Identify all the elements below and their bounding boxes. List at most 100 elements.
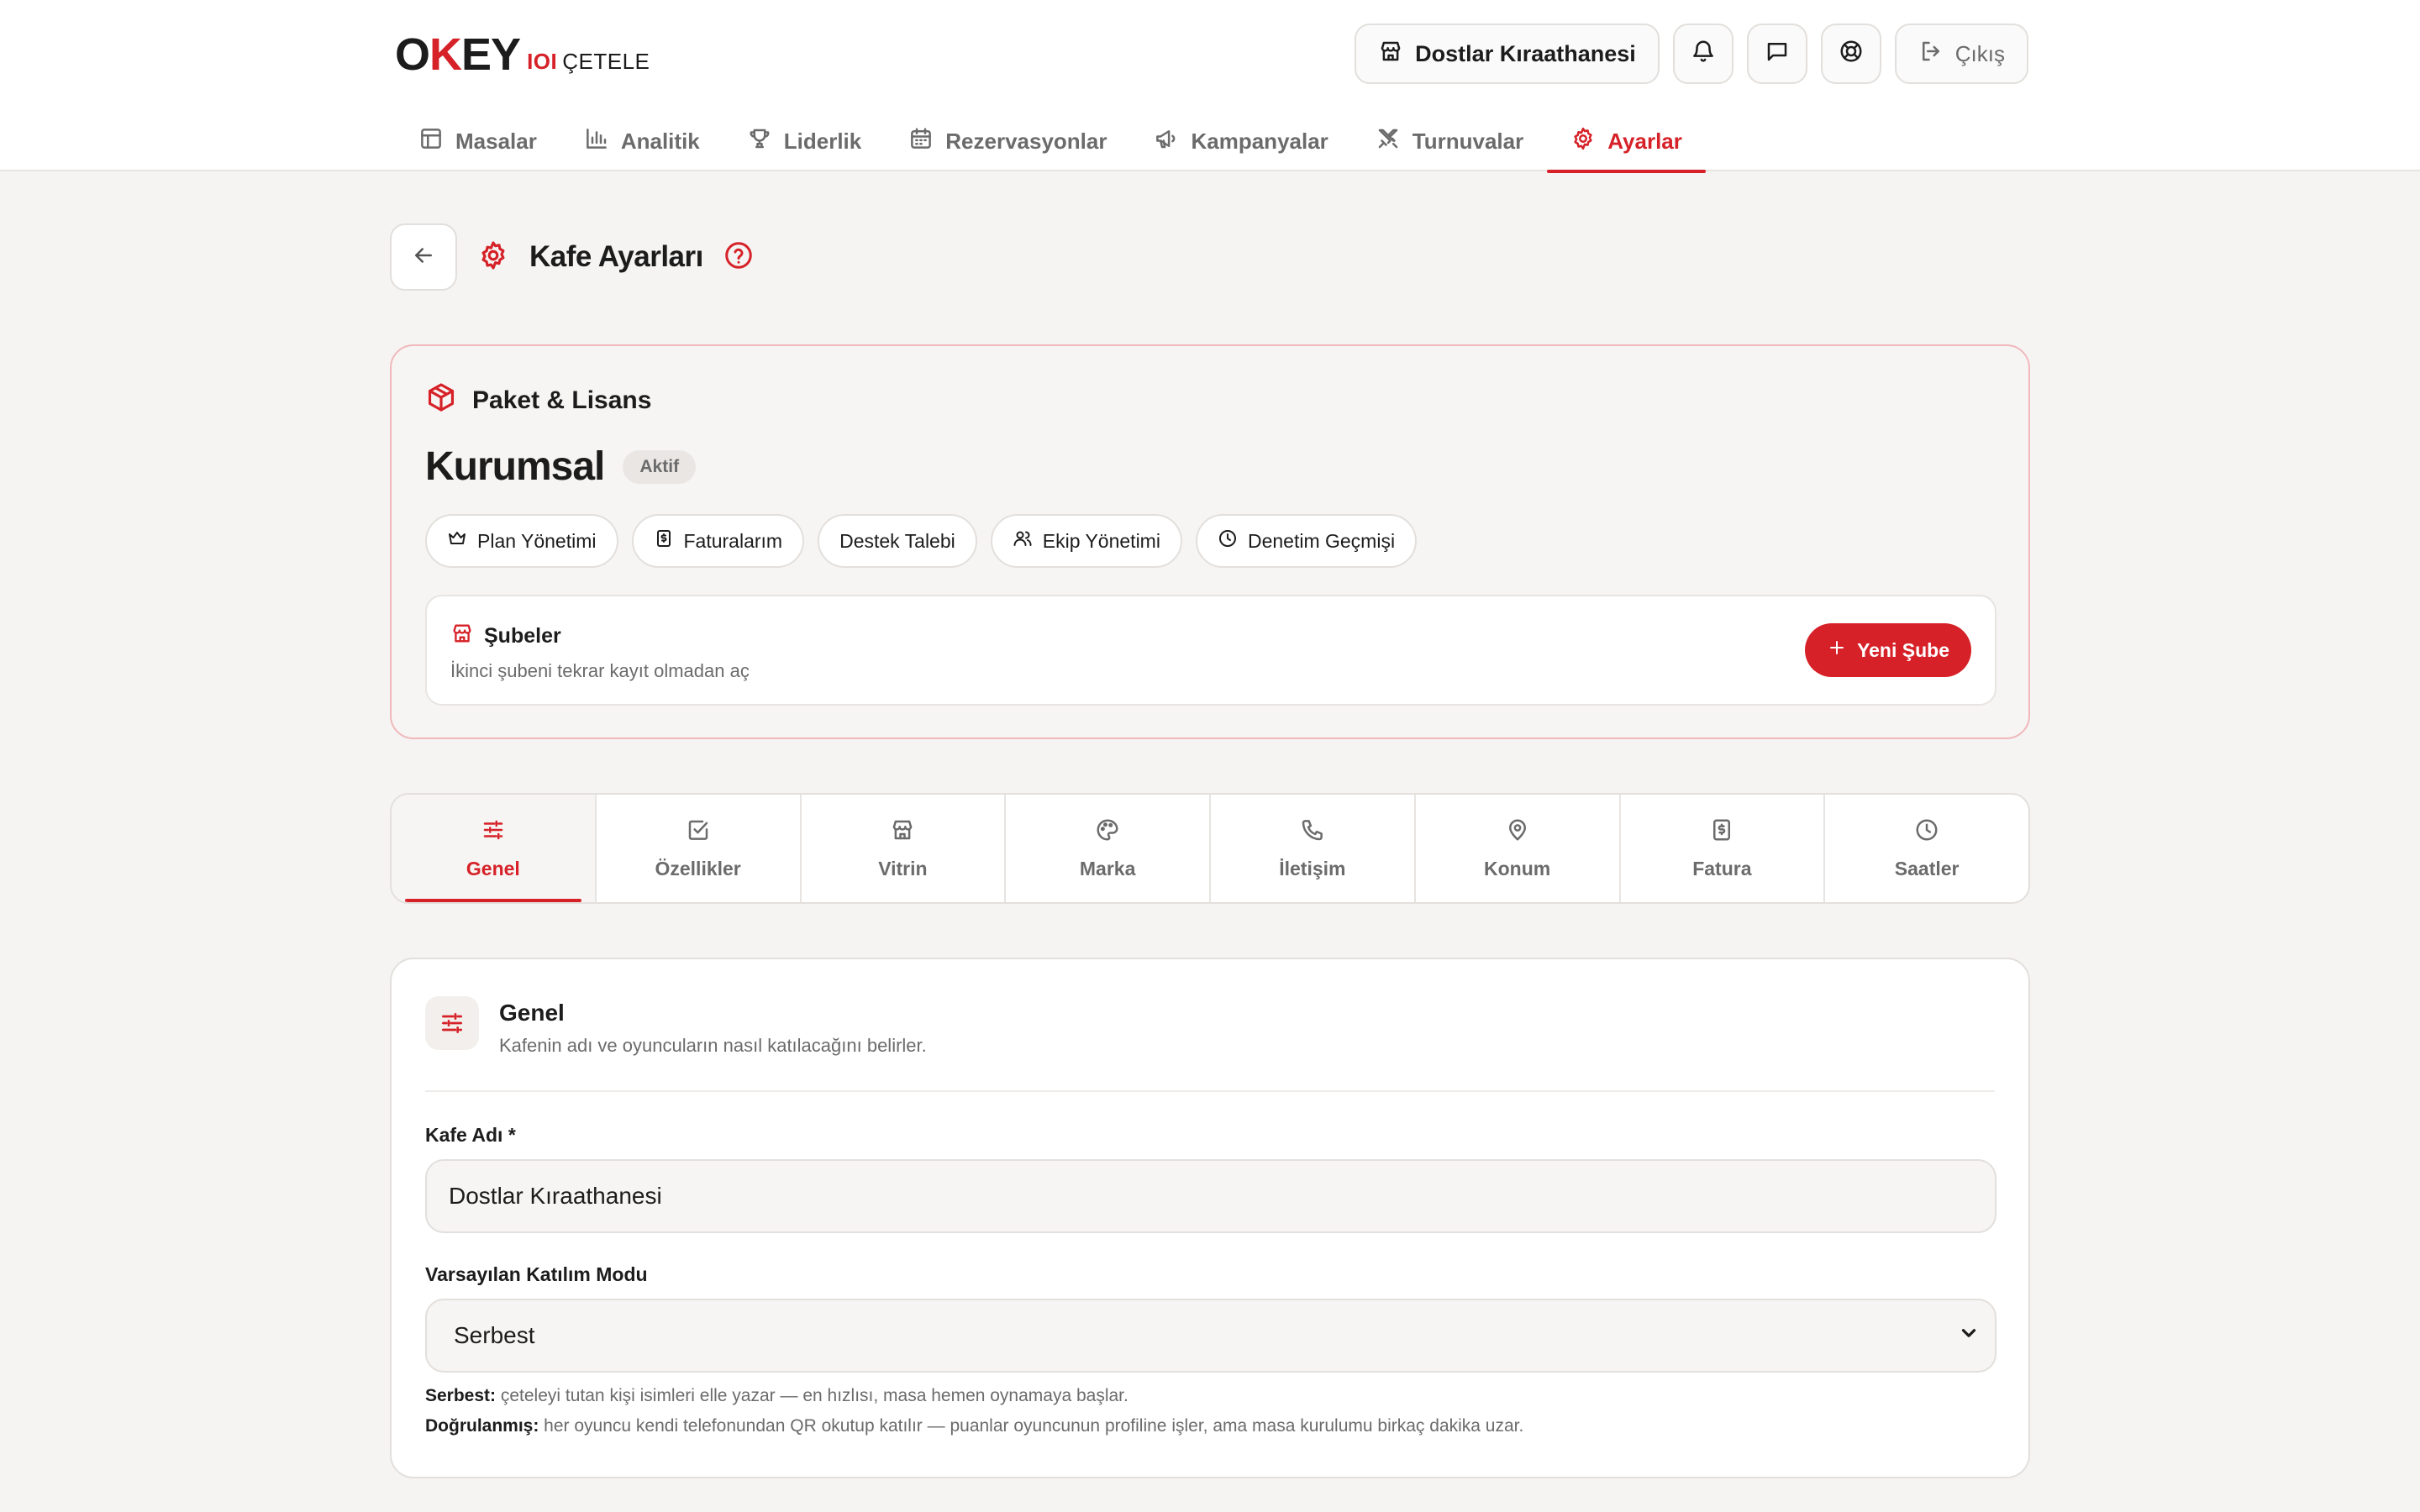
pill-label: Denetim Geçmişi [1247, 529, 1396, 552]
store-icon [450, 622, 474, 651]
license-heading: Paket & Lisans [425, 381, 651, 420]
tab-label: İletişim [1279, 857, 1346, 879]
gear-icon [477, 239, 509, 276]
branches-title-label: Şubeler [484, 624, 561, 648]
license-plan: Kurumsal Aktif [425, 444, 697, 490]
team-management-button[interactable]: Ekip Yönetimi [990, 514, 1182, 568]
cafe-switcher-button[interactable]: Dostlar Kıraathanesi [1355, 24, 1660, 84]
license-heading-label: Paket & Lisans [472, 386, 652, 414]
branches-panel: Şubeler İkinci şubeni tekrar kayıt olmad… [425, 595, 1996, 706]
logo-wordmark: OKEY [395, 29, 521, 80]
app-logo[interactable]: OKEY IOI ÇETELE [395, 25, 650, 84]
bar-chart-icon [584, 126, 609, 157]
plan-management-button[interactable]: Plan Yönetimi [425, 514, 618, 568]
tab-genel[interactable]: Genel [392, 795, 597, 902]
audit-history-button[interactable]: Denetim Geçmişi [1195, 514, 1418, 568]
bell-icon [1691, 39, 1716, 70]
trophy-icon [747, 126, 772, 157]
tab-label: Fatura [1692, 857, 1752, 879]
main-nav: Masalar Analitik Liderlik Rezervasyonlar… [395, 111, 1706, 173]
invoice-icon [1709, 817, 1734, 848]
swords-icon [1376, 126, 1401, 157]
package-icon [425, 381, 457, 420]
tab-vitrin[interactable]: Vitrin [802, 795, 1007, 902]
store-icon [890, 817, 915, 848]
nav-label: Analitik [620, 128, 700, 154]
pill-label: Plan Yönetimi [477, 529, 597, 552]
users-icon [1013, 528, 1033, 554]
top-bar: OKEY IOI ÇETELE Dostlar Kıraathanesi Çıkı… [0, 0, 2420, 173]
nav-label: Rezervasyonlar [945, 128, 1107, 154]
pill-label: Destek Talebi [839, 529, 955, 552]
settings-tabs: Genel Özellikler Vitrin Marka İletişim K… [390, 793, 2030, 904]
invoices-button[interactable]: Faturalarım [631, 514, 805, 568]
message-icon [1765, 39, 1790, 70]
page-title: Kafe Ayarları [529, 240, 703, 273]
tab-saatler[interactable]: Saatler [1825, 795, 2028, 902]
logout-button[interactable]: Çıkış [1894, 24, 2028, 84]
join-mode-select[interactable]: Serbest [425, 1299, 1996, 1373]
support-button[interactable] [1820, 24, 1881, 84]
palette-icon [1095, 817, 1120, 848]
tab-label: Konum [1484, 857, 1551, 879]
pill-label: Faturalarım [683, 529, 783, 552]
plan-name: Kurumsal [425, 444, 605, 489]
arrow-left-icon [411, 243, 436, 272]
cafe-name-value: Dostlar Kıraathanesi [449, 1183, 662, 1209]
section-subtitle: Kafenin adı ve oyuncuların nasıl katılac… [499, 1035, 927, 1056]
tab-fatura[interactable]: Fatura [1621, 795, 1826, 902]
cafe-name-label: Kafe Adı * [425, 1124, 516, 1146]
clock-icon [1218, 528, 1238, 554]
chevron-down-icon [1958, 1322, 1980, 1350]
branches-subtitle: İkinci şubeni tekrar kayıt olmadan aç [450, 660, 750, 681]
tab-iletisim[interactable]: İletişim [1211, 795, 1416, 902]
nav-item-masalar[interactable]: Masalar [395, 111, 560, 171]
tab-label: Genel [466, 857, 520, 879]
pill-label: Ekip Yönetimi [1042, 529, 1160, 552]
nav-label: Turnuvalar [1412, 128, 1524, 154]
nav-item-rezervasyonlar[interactable]: Rezervasyonlar [885, 111, 1130, 171]
help-verified-mode: Doğrulanmış: her oyuncu kendi telefonund… [425, 1416, 1524, 1436]
back-button[interactable] [390, 223, 457, 291]
nav-item-ayarlar[interactable]: Ayarlar [1547, 111, 1706, 173]
new-branch-label: Yeni Şube [1857, 638, 1949, 661]
cafe-name-input[interactable]: Dostlar Kıraathanesi [425, 1159, 1996, 1233]
table-icon [418, 126, 444, 157]
section-title: Genel [499, 1000, 565, 1026]
tab-marka[interactable]: Marka [1006, 795, 1211, 902]
new-branch-button[interactable]: Yeni Şube [1805, 623, 1971, 677]
header-actions: Dostlar Kıraathanesi Çıkış [1355, 24, 2028, 84]
nav-label: Kampanyalar [1191, 128, 1328, 154]
messages-button[interactable] [1746, 24, 1807, 84]
logout-label: Çıkış [1954, 40, 2005, 66]
lifebuoy-icon [1839, 39, 1864, 70]
clock-icon [1914, 817, 1939, 848]
nav-item-liderlik[interactable]: Liderlik [723, 111, 885, 171]
gear-icon [1570, 126, 1596, 157]
logo-subtitle: IOI ÇETELE [527, 48, 650, 74]
nav-item-kampanyalar[interactable]: Kampanyalar [1130, 111, 1351, 171]
tab-label: Vitrin [878, 857, 928, 879]
nav-item-turnuvalar[interactable]: Turnuvalar [1352, 111, 1547, 171]
tab-ozellikler[interactable]: Özellikler [597, 795, 802, 902]
section-header: Genel Kafenin adı ve oyuncuların nasıl k… [425, 996, 927, 1057]
tab-konum[interactable]: Konum [1416, 795, 1621, 902]
crown-icon [447, 528, 467, 554]
nav-label: Ayarlar [1607, 128, 1682, 154]
nav-item-analitik[interactable]: Analitik [560, 111, 723, 171]
megaphone-icon [1154, 126, 1179, 157]
tab-label: Özellikler [655, 857, 741, 879]
cafe-name: Dostlar Kıraathanesi [1415, 40, 1636, 66]
calendar-icon [908, 126, 934, 157]
checkbox-icon [686, 817, 711, 848]
map-pin-icon [1505, 817, 1530, 848]
nav-label: Liderlik [783, 128, 862, 154]
help-icon[interactable] [723, 240, 754, 275]
support-ticket-button[interactable]: Destek Talebi [818, 514, 977, 568]
divider [425, 1090, 1995, 1092]
help-free-mode: Serbest: çeteleyi tutan kişi isimleri el… [425, 1386, 1128, 1405]
logout-icon [1918, 39, 1944, 70]
tab-label: Marka [1079, 857, 1136, 879]
notifications-button[interactable] [1672, 24, 1733, 84]
sliders-icon [481, 817, 506, 848]
